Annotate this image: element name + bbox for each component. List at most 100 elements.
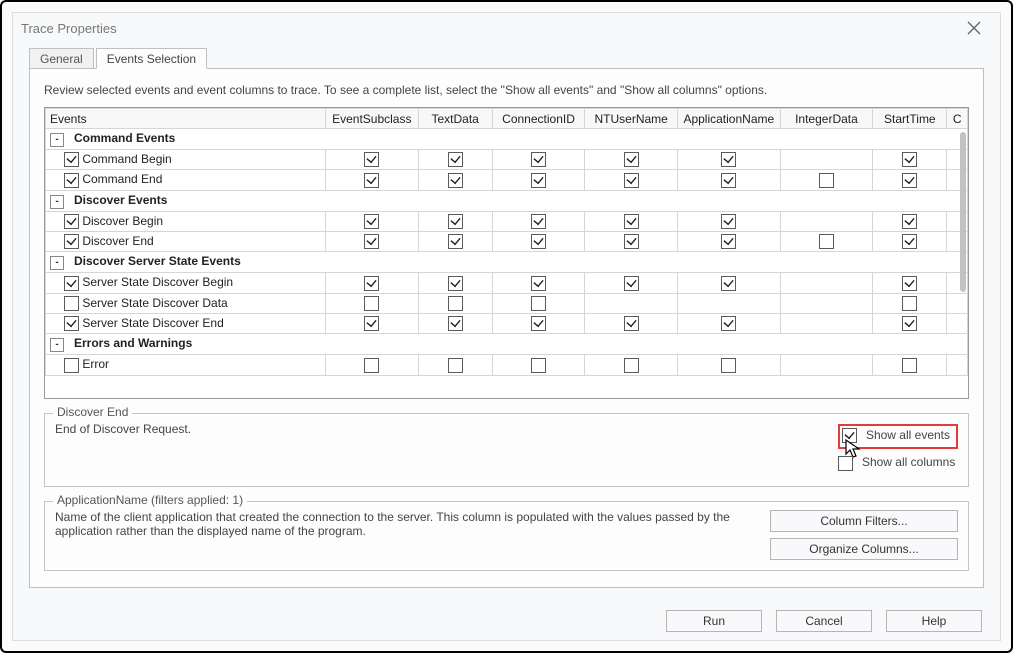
cell-checkbox[interactable] <box>947 293 968 313</box>
cell-checkbox[interactable] <box>418 293 492 313</box>
cell-checkbox[interactable] <box>492 293 585 313</box>
cell-checkbox[interactable] <box>492 273 585 293</box>
checkbox-icon[interactable] <box>902 276 917 291</box>
checkbox-icon[interactable] <box>448 234 463 249</box>
checkbox-icon[interactable] <box>721 173 736 188</box>
cell-checkbox[interactable] <box>678 313 781 333</box>
cell-checkbox[interactable] <box>780 170 873 190</box>
cell-checkbox[interactable] <box>678 293 781 313</box>
cell-checkbox[interactable] <box>585 273 678 293</box>
cell-checkbox[interactable] <box>780 231 873 251</box>
cell-checkbox[interactable] <box>678 355 781 375</box>
cell-checkbox[interactable] <box>947 313 968 333</box>
cell-checkbox[interactable] <box>873 170 947 190</box>
cell-checkbox[interactable] <box>678 170 781 190</box>
cell-checkbox[interactable] <box>780 211 873 231</box>
cell-checkbox[interactable] <box>325 355 418 375</box>
checkbox-icon[interactable] <box>364 358 379 373</box>
tab-events-selection[interactable]: Events Selection <box>96 48 207 69</box>
cell-checkbox[interactable] <box>780 355 873 375</box>
checkbox-icon[interactable] <box>448 358 463 373</box>
cell-checkbox[interactable] <box>780 273 873 293</box>
cell-checkbox[interactable] <box>585 231 678 251</box>
cell-checkbox[interactable] <box>585 150 678 170</box>
cell-checkbox[interactable] <box>325 293 418 313</box>
checkbox-icon[interactable] <box>902 214 917 229</box>
checkbox-icon[interactable] <box>721 358 736 373</box>
show-all-events-checkbox[interactable]: Show all events <box>842 428 950 443</box>
checkbox-icon[interactable] <box>64 214 79 229</box>
checkbox-icon[interactable] <box>64 276 79 291</box>
checkbox-icon[interactable] <box>819 234 834 249</box>
cell-checkbox[interactable] <box>325 170 418 190</box>
run-button[interactable]: Run <box>666 610 762 632</box>
cell-checkbox[interactable] <box>585 211 678 231</box>
cell-checkbox[interactable] <box>678 211 781 231</box>
grid-vertical-scrollbar[interactable] <box>960 132 966 292</box>
checkbox-icon[interactable] <box>364 234 379 249</box>
checkbox-icon[interactable] <box>531 358 546 373</box>
col-header-textdata[interactable]: TextData <box>418 109 492 129</box>
cell-checkbox[interactable] <box>325 273 418 293</box>
checkbox-icon[interactable] <box>721 234 736 249</box>
checkbox-icon[interactable] <box>721 214 736 229</box>
checkbox-icon[interactable] <box>364 316 379 331</box>
checkbox-icon[interactable] <box>364 152 379 167</box>
checkbox-icon[interactable] <box>448 276 463 291</box>
checkbox-icon[interactable] <box>64 173 79 188</box>
window-close-button[interactable] <box>954 13 994 43</box>
cell-checkbox[interactable] <box>418 313 492 333</box>
events-grid[interactable]: Events EventSubclass TextData Connection… <box>45 108 968 376</box>
checkbox-icon[interactable] <box>902 358 917 373</box>
checkbox-icon[interactable] <box>902 152 917 167</box>
checkbox-icon[interactable] <box>531 234 546 249</box>
checkbox-icon[interactable] <box>531 296 546 311</box>
checkbox-icon[interactable] <box>531 214 546 229</box>
checkbox-icon[interactable] <box>624 358 639 373</box>
column-filters-button[interactable]: Column Filters... <box>770 510 958 532</box>
checkbox-icon[interactable] <box>64 316 79 331</box>
cell-checkbox[interactable] <box>325 150 418 170</box>
cell-checkbox[interactable] <box>678 150 781 170</box>
checkbox-icon[interactable] <box>364 173 379 188</box>
checkbox-icon[interactable] <box>64 152 79 167</box>
checkbox-icon[interactable] <box>64 358 79 373</box>
cell-checkbox[interactable] <box>873 150 947 170</box>
cell-checkbox[interactable] <box>492 231 585 251</box>
tab-general[interactable]: General <box>29 48 94 69</box>
checkbox-icon[interactable] <box>448 296 463 311</box>
checkbox-icon[interactable] <box>624 152 639 167</box>
expander-icon[interactable]: - <box>50 195 64 209</box>
expander-icon[interactable]: - <box>50 256 64 270</box>
cell-checkbox[interactable] <box>873 293 947 313</box>
checkbox-icon[interactable] <box>624 276 639 291</box>
checkbox-icon[interactable] <box>902 296 917 311</box>
cell-checkbox[interactable] <box>585 170 678 190</box>
cell-checkbox[interactable] <box>780 150 873 170</box>
cell-checkbox[interactable] <box>873 273 947 293</box>
checkbox-icon[interactable] <box>531 152 546 167</box>
checkbox-icon[interactable] <box>624 214 639 229</box>
col-header-applicationname[interactable]: ApplicationName <box>678 109 781 129</box>
checkbox-icon[interactable] <box>902 234 917 249</box>
col-header-overflow[interactable]: C <box>947 109 968 129</box>
cell-checkbox[interactable] <box>678 273 781 293</box>
cell-checkbox[interactable] <box>325 211 418 231</box>
checkbox-icon[interactable] <box>531 276 546 291</box>
cell-checkbox[interactable] <box>418 273 492 293</box>
checkbox-icon[interactable] <box>902 316 917 331</box>
checkbox-icon[interactable] <box>531 173 546 188</box>
col-header-ntusername[interactable]: NTUserName <box>585 109 678 129</box>
cell-checkbox[interactable] <box>418 211 492 231</box>
checkbox-icon[interactable] <box>364 214 379 229</box>
cell-checkbox[interactable] <box>492 150 585 170</box>
col-header-connectionid[interactable]: ConnectionID <box>492 109 585 129</box>
cell-checkbox[interactable] <box>418 231 492 251</box>
organize-columns-button[interactable]: Organize Columns... <box>770 538 958 560</box>
cancel-button[interactable]: Cancel <box>776 610 872 632</box>
cell-checkbox[interactable] <box>492 170 585 190</box>
checkbox-icon[interactable] <box>819 173 834 188</box>
checkbox-icon[interactable] <box>624 316 639 331</box>
cell-checkbox[interactable] <box>585 355 678 375</box>
cell-checkbox[interactable] <box>585 293 678 313</box>
